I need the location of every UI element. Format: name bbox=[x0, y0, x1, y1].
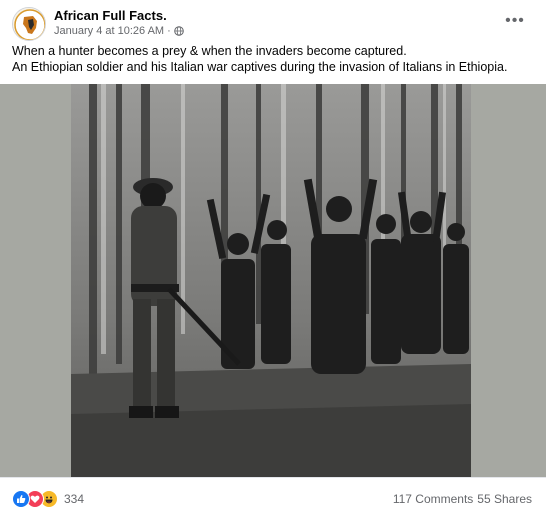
post-photo[interactable] bbox=[71, 84, 471, 477]
photo-illustration bbox=[71, 84, 471, 477]
post-timestamp[interactable]: January 4 at 10:26 AM bbox=[54, 25, 164, 37]
more-options-icon[interactable]: ••• bbox=[502, 10, 528, 32]
caption-line-2: An Ethiopian soldier and his Italian war… bbox=[12, 60, 508, 74]
post-photo-container[interactable] bbox=[0, 84, 546, 477]
post-caption: When a hunter becomes a prey & when the … bbox=[12, 43, 532, 75]
globe-icon bbox=[173, 26, 184, 36]
reactions-summary[interactable]: 334 bbox=[12, 490, 84, 508]
reaction-count[interactable]: 334 bbox=[64, 492, 84, 506]
comments-count-link[interactable]: 117 Comments bbox=[393, 492, 473, 506]
shares-count-link[interactable]: 55 Shares bbox=[477, 492, 532, 506]
footer-divider bbox=[0, 477, 546, 478]
like-icon bbox=[12, 490, 30, 508]
meta-separator: · bbox=[167, 25, 171, 37]
page-name-link[interactable]: African Full Facts. bbox=[54, 8, 167, 23]
facebook-post: African Full Facts. January 4 at 10:26 A… bbox=[0, 0, 546, 523]
caption-line-1: When a hunter becomes a prey & when the … bbox=[12, 44, 407, 58]
page-avatar[interactable] bbox=[12, 7, 46, 41]
post-meta: January 4 at 10:26 AM · bbox=[54, 25, 184, 37]
engagement-stats: 117 Comments 55 Shares bbox=[393, 492, 532, 506]
